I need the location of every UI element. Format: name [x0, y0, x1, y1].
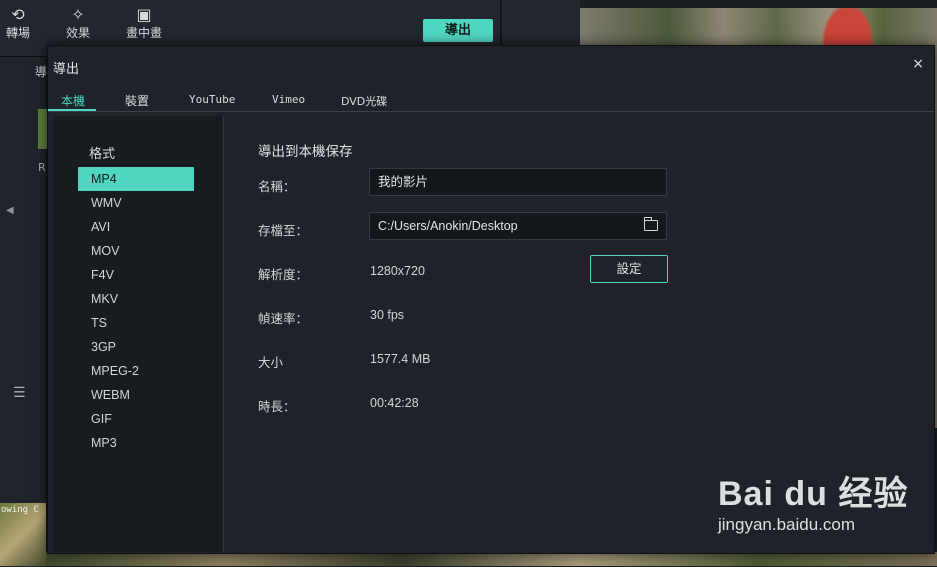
format-panel: 格式 MP4 WMV AVI MOV F4V MKV TS 3GP MPEG-2… — [54, 116, 222, 552]
resolution-value: 1280x720 — [370, 264, 425, 278]
folder-icon[interactable] — [643, 217, 658, 231]
format-item-mpeg2[interactable]: MPEG-2 — [78, 359, 194, 383]
format-item-ts[interactable]: TS — [78, 311, 194, 335]
baidu-watermark: Bai du 经验 jingyan.baidu.com — [718, 466, 918, 546]
format-item-mp3[interactable]: MP3 — [78, 431, 194, 455]
sparkle-icon: ✧ — [71, 5, 85, 24]
duration-value: 00:42:28 — [370, 396, 419, 410]
format-item-mkv[interactable]: MKV — [78, 287, 194, 311]
tab-dvd[interactable]: DVD光碟 — [341, 93, 387, 109]
transition-icon: ⟲ — [11, 5, 25, 24]
pip-tool[interactable]: ▣ 畫中畫 — [116, 6, 172, 41]
size-label: 大小 — [258, 355, 284, 370]
clip-caption: owing C — [1, 505, 39, 515]
duration-label: 時長： — [258, 399, 296, 414]
effects-tool[interactable]: ✧ 效果 — [50, 6, 106, 41]
framerate-label: 幀速率： — [258, 311, 309, 326]
format-item-f4v[interactable]: F4V — [78, 263, 194, 287]
tab-vimeo[interactable]: Vimeo — [272, 93, 305, 106]
size-value: 1577.4 MB — [370, 352, 431, 366]
format-heading: 格式 — [89, 147, 116, 162]
framerate-value: 30 fps — [370, 308, 405, 322]
active-tab-indicator — [48, 109, 96, 111]
save-location-label: 存檔至： — [258, 223, 309, 238]
timeline-clip[interactable]: owing C — [0, 503, 46, 566]
tab-youtube[interactable]: YouTube — [189, 93, 235, 106]
format-item-3gp[interactable]: 3GP — [78, 335, 194, 359]
format-item-mov[interactable]: MOV — [78, 239, 194, 263]
settings-heading: 導出到本機保存 — [258, 144, 353, 160]
adjust-icon[interactable]: ☰ — [13, 385, 26, 401]
export-tabs: 本機 裝置 YouTube Vimeo DVD光碟 — [48, 87, 934, 112]
watermark-url: jingyan.baidu.com — [718, 515, 856, 534]
media-label-fragment: R — [38, 161, 46, 174]
tab-local[interactable]: 本機 — [61, 92, 85, 109]
resolution-label: 解析度： — [258, 267, 309, 282]
effects-label: 效果 — [65, 26, 90, 40]
dialog-title: 導出 — [53, 62, 80, 77]
timeline-strip — [46, 552, 937, 566]
save-path-field[interactable]: C:/Users/Anokin/Desktop — [369, 212, 667, 240]
app-export-button[interactable]: 導出 — [423, 19, 493, 42]
name-field[interactable]: 我的影片 — [369, 168, 667, 196]
format-item-avi[interactable]: AVI — [78, 215, 194, 239]
close-icon[interactable]: × — [912, 56, 924, 72]
name-label: 名稱： — [258, 179, 296, 194]
watermark-brand: Bai du 经验 — [718, 475, 909, 513]
pip-label: 畫中畫 — [125, 26, 162, 40]
format-item-wmv[interactable]: WMV — [78, 191, 194, 215]
image-icon: ▣ — [136, 5, 152, 24]
media-panel: 導 R ◀ ☰ — [0, 57, 48, 567]
transitions-label: 轉場 — [5, 26, 30, 40]
media-tab-fragment[interactable]: 導 — [35, 63, 47, 80]
transitions-tool[interactable]: ⟲ 轉場 — [0, 6, 46, 41]
save-path-value: C:/Users/Anokin/Desktop — [378, 219, 518, 233]
format-item-gif[interactable]: GIF — [78, 407, 194, 431]
format-item-webm[interactable]: WEBM — [78, 383, 194, 407]
collapse-arrow-icon[interactable]: ◀ — [6, 205, 14, 216]
tab-device[interactable]: 裝置 — [125, 92, 149, 109]
settings-button[interactable]: 設定 — [590, 255, 668, 283]
format-item-mp4[interactable]: MP4 — [78, 167, 194, 191]
format-list: MP4 WMV AVI MOV F4V MKV TS 3GP MPEG-2 WE… — [78, 167, 194, 455]
